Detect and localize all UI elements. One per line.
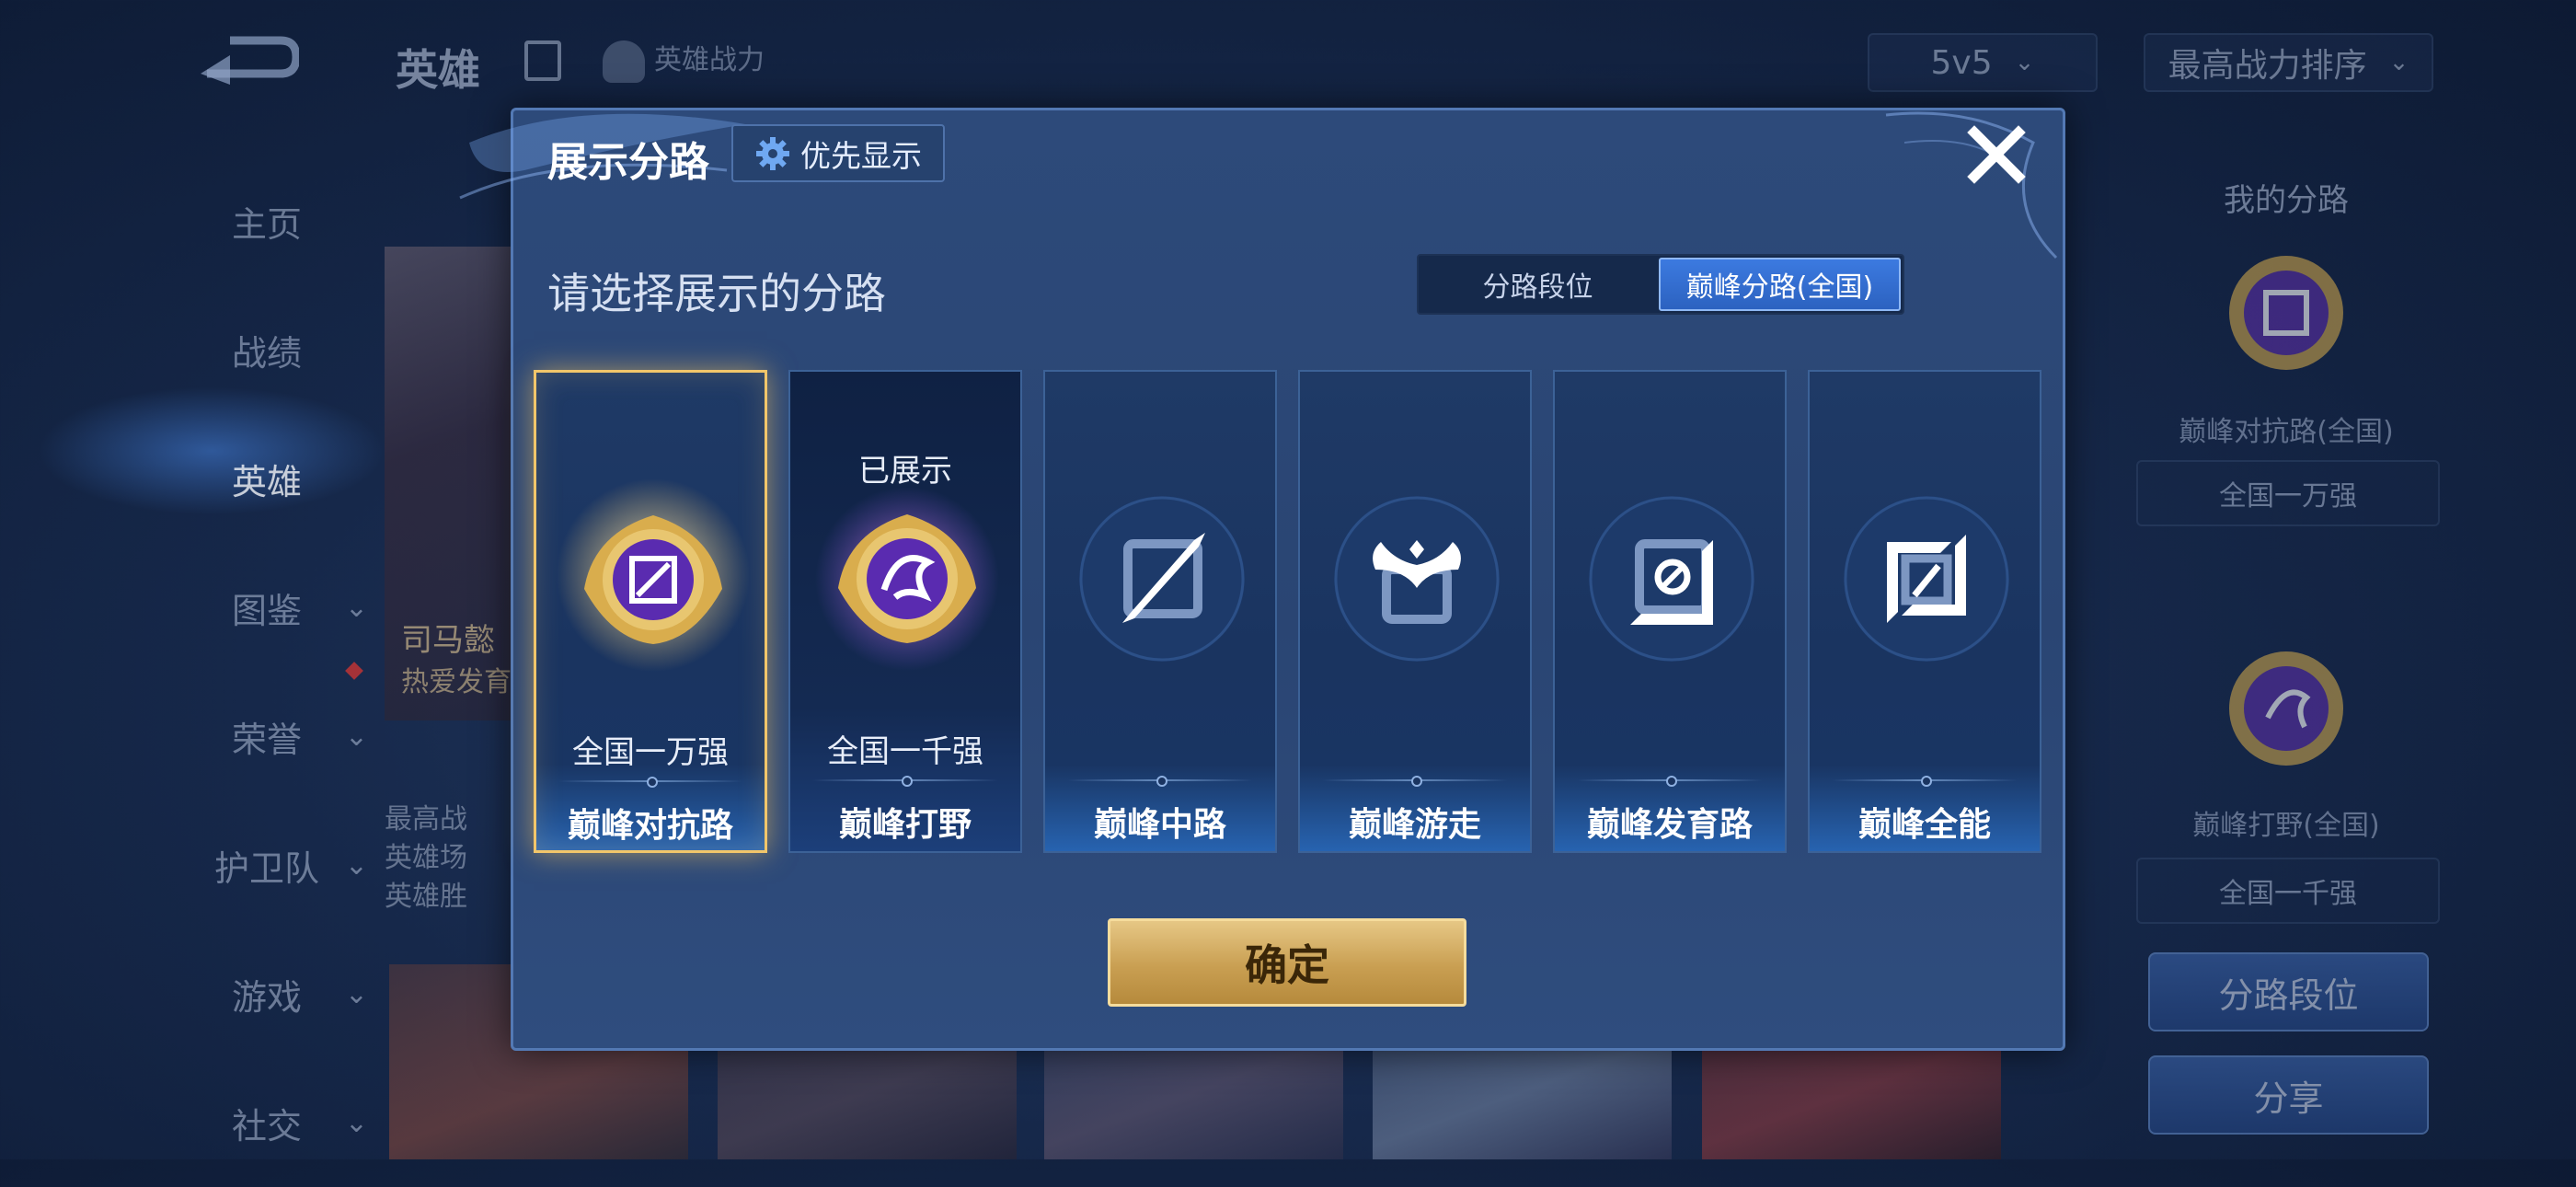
priority-display-label: 优先显示: [800, 137, 922, 174]
sidebar: 主页 战绩 英雄 图鉴 ⌄ 荣誉 ⌄ 护卫队 ⌄ 游戏 ⌄ 社交 ⌄: [166, 156, 368, 1187]
sort-select-value: 最高战力排序: [2168, 47, 2367, 85]
my-lane-1-rank: 全国一万强: [2136, 460, 2440, 526]
sidebar-item-label: 英雄: [231, 461, 302, 502]
lane-name: 巅峰全能: [1857, 806, 1991, 844]
roam-wings-icon: [1334, 496, 1500, 662]
all-round-icon: [1844, 496, 2009, 662]
dialog-title: 展示分路: [547, 139, 709, 186]
top-lane-emblem-icon: [2229, 256, 2343, 370]
mode-select[interactable]: 5v5 ⌄: [1868, 33, 2098, 92]
lane-card-farm[interactable]: 巅峰发育路: [1553, 370, 1787, 853]
hero-power-label: 英雄战力: [654, 44, 765, 76]
lane-divider: [1322, 776, 1508, 787]
jungle-dragon-emblem-icon: [815, 487, 999, 671]
back-arrow-icon[interactable]: [193, 28, 299, 92]
chevron-down-icon: ⌄: [2014, 49, 2035, 76]
lane-card-jungle[interactable]: 已展示 全国一千强 巅峰打野: [788, 370, 1022, 853]
close-icon[interactable]: [1960, 118, 2033, 191]
lane-divider: [1067, 776, 1253, 787]
sidebar-item-game[interactable]: 游戏 ⌄: [166, 929, 368, 1058]
dialog-subtitle: 请选择展示的分路: [547, 269, 886, 318]
top-lane-emblem-icon: [557, 478, 750, 672]
sidebar-item-label: 战绩: [231, 332, 302, 374]
lane-rank: 全国一千强: [827, 733, 983, 770]
mid-lane-icon: [1079, 496, 1245, 662]
lane-name: 巅峰发育路: [1586, 806, 1753, 844]
hero-card-sub: 热爱发育: [401, 666, 512, 698]
list-icon[interactable]: [524, 40, 561, 81]
lane-rank: 全国一万强: [572, 734, 729, 771]
lane-divider: [558, 777, 742, 788]
lane-card-roam[interactable]: 巅峰游走: [1298, 370, 1532, 853]
lane-divider: [812, 776, 998, 787]
lane-divider: [1832, 776, 2018, 787]
chevron-down-icon: ⌄: [344, 977, 368, 1010]
sidebar-item-record[interactable]: 战绩: [166, 285, 368, 414]
my-lane-2-label: 巅峰打野(全国): [2192, 810, 2380, 842]
hero-power-link[interactable]: 英雄战力: [603, 37, 765, 83]
jungle-dragon-emblem-icon: [2229, 651, 2343, 766]
my-lanes-title: 我的分路: [2224, 182, 2349, 219]
page-title: 英雄: [396, 45, 480, 95]
lane-card-mid[interactable]: 巅峰中路: [1043, 370, 1277, 853]
sidebar-item-home[interactable]: 主页: [166, 156, 368, 285]
lane-name: 巅峰对抗路: [567, 807, 733, 845]
chevron-down-icon: ⌄: [344, 848, 368, 882]
sidebar-item-label: 图鉴: [231, 590, 302, 631]
sidebar-item-label: 主页: [231, 203, 302, 245]
lane-card-top[interactable]: 全国一万强 巅峰对抗路: [534, 370, 767, 853]
lane-name: 巅峰中路: [1093, 806, 1226, 844]
sidebar-item-codex[interactable]: 图鉴 ⌄: [166, 543, 368, 672]
lane-type-segment: 分路段位 巅峰分路(全国): [1417, 254, 1904, 315]
confirm-button[interactable]: 确定: [1108, 918, 1466, 1007]
chevron-down-icon: ⌄: [344, 1106, 368, 1139]
sidebar-item-label: 护卫队: [213, 847, 319, 889]
chevron-down-icon: ⌄: [2388, 49, 2409, 76]
sidebar-item-honor[interactable]: 荣誉 ⌄: [166, 672, 368, 801]
lane-rank-button[interactable]: 分路段位: [2148, 952, 2429, 1031]
lane-card-allround[interactable]: 巅峰全能: [1808, 370, 2041, 853]
lane-name: 巅峰打野: [838, 806, 972, 844]
sidebar-item-social[interactable]: 社交 ⌄: [166, 1058, 368, 1187]
chevron-down-icon: ⌄: [344, 720, 368, 753]
sort-select[interactable]: 最高战力排序 ⌄: [2144, 33, 2433, 92]
sidebar-item-guard[interactable]: 护卫队 ⌄: [166, 801, 368, 929]
gear-icon: [756, 136, 789, 170]
sidebar-item-label: 社交: [231, 1105, 302, 1147]
farm-lane-icon: [1589, 496, 1754, 662]
segment-option-peak-lane[interactable]: 巅峰分路(全国): [1659, 258, 1901, 311]
priority-display-button[interactable]: 优先显示: [731, 124, 945, 182]
hero-card-name: 司马懿: [401, 622, 495, 659]
share-button[interactable]: 分享: [2148, 1055, 2429, 1135]
mode-select-value: 5v5: [1930, 43, 1993, 82]
my-lane-1-label: 巅峰对抗路(全国): [2179, 416, 2394, 448]
sidebar-item-label: 荣誉: [231, 719, 302, 760]
sidebar-item-hero[interactable]: 英雄: [166, 414, 368, 543]
lane-divider: [1577, 776, 1763, 787]
chevron-down-icon: ⌄: [344, 591, 368, 624]
segment-option-lane-rank[interactable]: 分路段位: [1419, 256, 1657, 313]
my-lane-2-rank: 全国一千强: [2136, 858, 2440, 924]
lane-name: 巅峰游走: [1348, 806, 1481, 844]
sidebar-item-label: 游戏: [231, 976, 302, 1018]
power-figure-icon: [603, 40, 645, 83]
lane-options: 全国一万强 巅峰对抗路 已展示 全国一千强 巅峰打野 巅峰中路 巅峰游走 巅峰发…: [534, 370, 2042, 853]
